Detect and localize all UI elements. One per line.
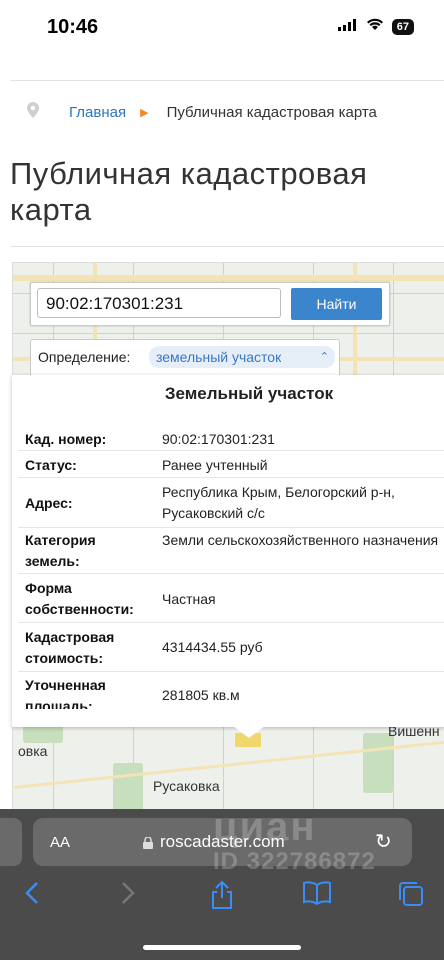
table-row: Адрес: Республика Крым, Белогорский р-н,… (18, 477, 444, 528)
row-key: Статус: (25, 457, 77, 473)
page-title: Публичная кадастровая карта (10, 156, 368, 227)
table-row: Категория земель: Земли сельскохозяйстве… (18, 527, 444, 574)
lock-icon (143, 836, 153, 849)
wifi-icon (366, 18, 384, 36)
row-value: Частная (162, 591, 216, 607)
breadcrumb-separator-icon: ▶ (140, 106, 149, 119)
table-row: Кадастровая стоимость: 4314434.55 руб (18, 622, 444, 672)
status-time: 10:46 (47, 16, 99, 38)
table-row: Кад. номер: 90:02:170301:231 (18, 424, 444, 451)
definition-label: Определение: (38, 349, 131, 365)
card-pointer (233, 726, 265, 738)
row-value: Республика Крым, Белогорский р-н, Русако… (162, 484, 395, 521)
breadcrumb: Главная ▶ Публичная кадастровая карта (27, 102, 377, 122)
row-value: 4314434.55 руб (162, 639, 263, 655)
home-indicator (143, 945, 301, 950)
bookmarks-icon[interactable] (302, 880, 332, 911)
row-key: Уточненная площадь: (25, 677, 106, 709)
location-pin-icon (27, 102, 39, 122)
status-icons: 67 (337, 18, 414, 36)
definition-selected: земельный участок (156, 349, 282, 365)
share-icon[interactable] (210, 880, 234, 915)
row-key: Кадастровая стоимость: (25, 629, 115, 666)
row-value: 281805 кв.м (162, 687, 240, 703)
breadcrumb-current: Публичная кадастровая карта (166, 103, 377, 121)
row-value: 90:02:170301:231 (162, 431, 275, 447)
divider (10, 246, 444, 247)
map-label-place: Русаковка (153, 778, 220, 794)
row-key: Кад. номер: (25, 431, 107, 447)
row-key: Категория земель: (25, 532, 96, 569)
row-key: Адрес: (25, 495, 73, 511)
definition-select[interactable]: земельный участок ⌃ (149, 346, 335, 368)
tabs-icon[interactable] (397, 880, 425, 913)
text-size-button[interactable]: AA (50, 834, 70, 851)
back-icon[interactable] (24, 880, 40, 911)
table-row: Форма собственности: Частная (18, 573, 444, 623)
signal-icon (337, 18, 358, 36)
forward-icon[interactable] (120, 880, 136, 911)
chevron-updown-icon: ⌃ (319, 351, 329, 363)
table-row: Уточненная площадь: 281805 кв.м (18, 671, 444, 709)
cadastral-number-input[interactable]: 90:02:170301:231 (37, 288, 281, 318)
divider (10, 80, 444, 81)
watermark-id: ID 322786872 (213, 848, 376, 875)
watermark-brand: циан (213, 805, 317, 849)
find-button[interactable]: Найти (291, 288, 382, 320)
reload-icon[interactable]: ↻ (375, 829, 392, 854)
row-value: Земли сельскохозяйственного назначения (162, 532, 439, 548)
map-label-place: овка (18, 743, 48, 759)
row-value: Ранее учтенный (162, 457, 268, 473)
table-row: Статус: Ранее учтенный (18, 450, 444, 478)
previous-tab-preview[interactable] (0, 818, 22, 866)
battery-icon: 67 (391, 19, 414, 35)
row-key: Форма собственности: (25, 580, 134, 617)
card-title: Земельный участок (164, 384, 334, 403)
breadcrumb-home-link[interactable]: Главная (69, 104, 126, 121)
